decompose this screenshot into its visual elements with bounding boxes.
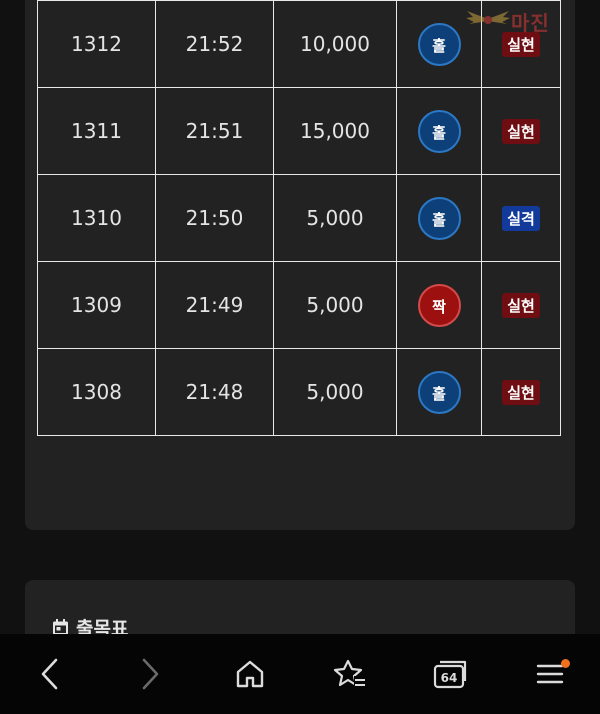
amount-cell: 15,000 [273, 87, 397, 175]
amount-cell: 5,000 [273, 174, 397, 262]
watermark-logo: 마진 [465, 5, 595, 35]
odd-pick-badge: 홀 [417, 22, 461, 66]
amount-cell: 5,000 [273, 261, 397, 349]
time-cell: 21:50 [155, 174, 274, 262]
watermark-text: 마진 [511, 11, 550, 35]
amount-cell: 5,000 [273, 348, 397, 436]
time-cell: 21:48 [155, 348, 274, 436]
result-cell: 실현 [481, 261, 561, 349]
tabs-icon: 64 [433, 660, 467, 689]
even-pick-badge: 짝 [417, 283, 461, 327]
round-cell: 1308 [37, 348, 156, 436]
odd-pick-badge: 홀 [417, 109, 461, 153]
bet-history-table: 1312 21:52 10,000 홀 실현 1311 21:51 15,000… [37, 0, 561, 436]
result-badge: 실현 [502, 119, 540, 144]
back-button[interactable] [20, 644, 80, 704]
tabs-button[interactable]: 64 [420, 644, 480, 704]
pick-cell: 홀 [396, 348, 482, 436]
odd-pick-badge: 홀 [417, 196, 461, 240]
round-cell: 1309 [37, 261, 156, 349]
round-cell: 1310 [37, 174, 156, 262]
chevron-left-icon [41, 658, 58, 690]
result-badge: 실격 [502, 206, 540, 231]
pick-cell: 홀 [396, 87, 482, 175]
result-badge: 실현 [502, 293, 540, 318]
amount-cell: 10,000 [273, 0, 397, 88]
round-cell: 1312 [37, 0, 156, 88]
favorites-button[interactable] [320, 644, 380, 704]
odd-pick-badge: 홀 [417, 370, 461, 414]
time-cell: 21:52 [155, 0, 274, 88]
forward-button[interactable] [120, 644, 180, 704]
home-icon [236, 660, 264, 688]
pick-cell: 짝 [396, 261, 482, 349]
browser-navbar: 64 [0, 634, 600, 714]
notification-dot [561, 659, 570, 668]
table-row: 1308 21:48 5,000 홀 실현 [37, 348, 561, 436]
wings-icon [466, 11, 510, 24]
tab-count: 64 [441, 671, 458, 685]
round-cell: 1311 [37, 87, 156, 175]
menu-button[interactable] [520, 644, 580, 704]
table-row: 1309 21:49 5,000 짝 실현 [37, 261, 561, 349]
result-badge: 실현 [502, 380, 540, 405]
pick-cell: 홀 [396, 174, 482, 262]
chevron-right-icon [142, 658, 159, 690]
star-plus-icon [333, 659, 366, 689]
table-row: 1311 21:51 15,000 홀 실현 [37, 87, 561, 175]
result-cell: 실현 [481, 348, 561, 436]
time-cell: 21:49 [155, 261, 274, 349]
home-button[interactable] [220, 644, 280, 704]
result-cell: 실현 [481, 87, 561, 175]
table-row: 1310 21:50 5,000 홀 실격 [37, 174, 561, 262]
result-cell: 실격 [481, 174, 561, 262]
time-cell: 21:51 [155, 87, 274, 175]
